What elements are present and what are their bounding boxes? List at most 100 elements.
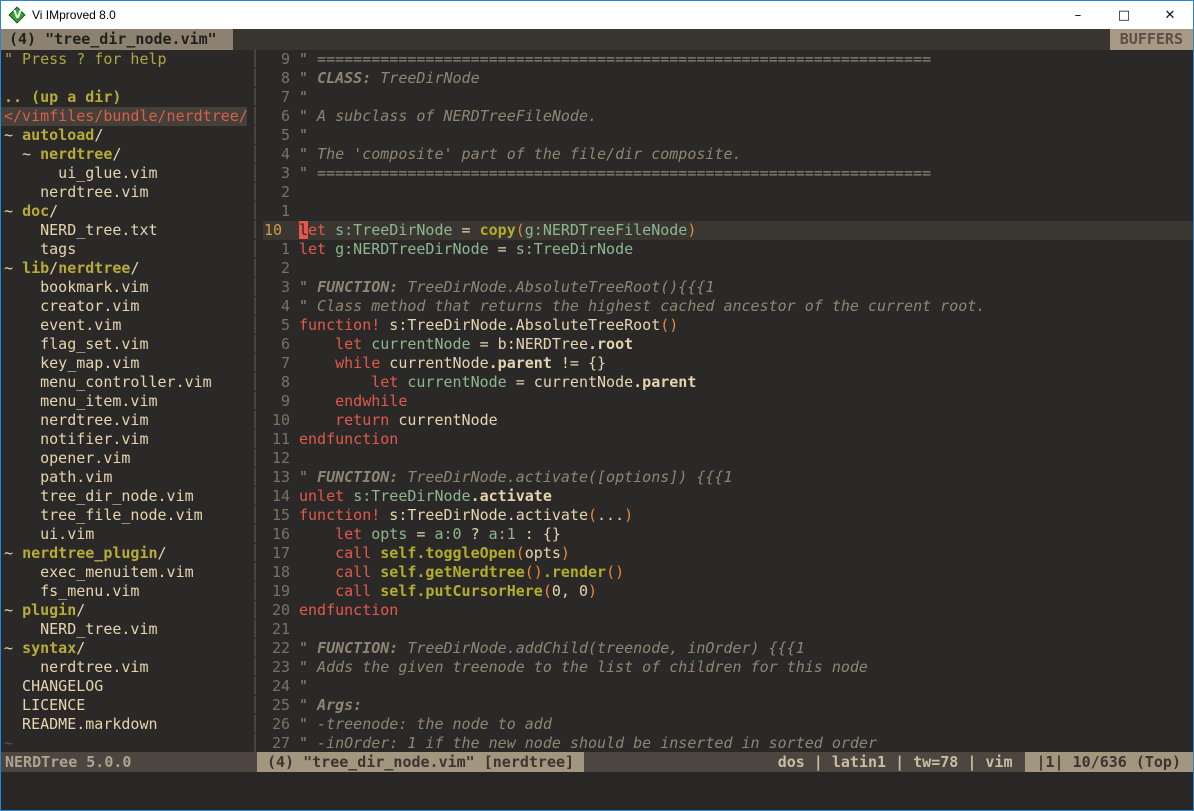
line-number: 17 — [263, 544, 299, 563]
code-line[interactable]: 6" A subclass of NERDTreeFileNode. — [263, 107, 1193, 126]
tree-item[interactable]: " Press ? for help — [4, 50, 247, 69]
tree-item[interactable]: notifier.vim — [4, 430, 247, 449]
line-number: 5 — [263, 126, 299, 145]
code-line[interactable]: 2 — [263, 259, 1193, 278]
code-line[interactable]: 12 — [263, 449, 1193, 468]
nerdtree-statusline: NERDTree 5.0.0 — [1, 752, 257, 772]
code-line[interactable]: 21 — [263, 620, 1193, 639]
tree-item[interactable]: nerdtree.vim — [4, 658, 247, 677]
code-line[interactable]: 6 let currentNode = b:NERDTree.root — [263, 335, 1193, 354]
tree-item[interactable]: creator.vim — [4, 297, 247, 316]
code-line[interactable]: 24" — [263, 677, 1193, 696]
vim-icon: V — [9, 7, 26, 24]
split-separator-glyph: │ — [247, 392, 263, 411]
tree-item[interactable]: bookmark.vim — [4, 278, 247, 297]
code-line[interactable]: 1 — [263, 202, 1193, 221]
tab-active[interactable]: (4) "tree_dir_node.vim" — [1, 29, 233, 50]
code-line[interactable]: 9 endwhile — [263, 392, 1193, 411]
tree-item[interactable]: ~ plugin/ — [4, 601, 247, 620]
tree-item[interactable]: fs_menu.vim — [4, 582, 247, 601]
tree-root-path[interactable]: </vimfiles/bundle/nerdtree/ — [1, 107, 247, 126]
line-number: 22 — [263, 639, 299, 658]
tree-item[interactable]: CHANGELOG — [4, 677, 247, 696]
tree-item[interactable]: LICENCE — [4, 696, 247, 715]
tree-item[interactable]: opener.vim — [4, 449, 247, 468]
code-line[interactable]: 4" Class method that returns the highest… — [263, 297, 1193, 316]
code-line[interactable]: 7" — [263, 88, 1193, 107]
tree-item[interactable]: flag_set.vim — [4, 335, 247, 354]
code-text: " Args: — [299, 696, 362, 715]
code-line[interactable]: 25" Args: — [263, 696, 1193, 715]
code-line[interactable]: 27" -inOrder: 1 if the new node should b… — [263, 734, 1193, 752]
code-line[interactable]: 22" FUNCTION: TreeDirNode.addChild(treen… — [263, 639, 1193, 658]
tree-item[interactable]: path.vim — [4, 468, 247, 487]
tree-item[interactable]: NERD_tree.vim — [4, 620, 247, 639]
tree-item[interactable]: ~ nerdtree_plugin/ — [4, 544, 247, 563]
tree-item[interactable] — [4, 69, 247, 88]
code-line[interactable]: 5function! s:TreeDirNode.AbsoluteTreeRoo… — [263, 316, 1193, 335]
status-format-info: dos | latin1 | tw=78 | vim — [778, 752, 1025, 772]
split-separator-glyph: │ — [247, 316, 263, 335]
tree-item[interactable]: ~ autoload/ — [4, 126, 247, 145]
maximize-button[interactable]: □ — [1101, 1, 1147, 29]
code-line[interactable]: 7 while currentNode.parent != {} — [263, 354, 1193, 373]
command-line[interactable] — [1, 772, 1193, 810]
code-line[interactable]: 8 let currentNode = currentNode.parent — [263, 373, 1193, 392]
tree-item[interactable]: ui_glue.vim — [4, 164, 247, 183]
tree-item[interactable]: event.vim — [4, 316, 247, 335]
code-line[interactable]: 5" — [263, 126, 1193, 145]
tree-item[interactable]: nerdtree.vim — [4, 411, 247, 430]
close-button[interactable]: ✕ — [1147, 1, 1193, 29]
line-number: 9 — [263, 392, 299, 411]
code-line[interactable]: 2 — [263, 183, 1193, 202]
tree-item[interactable]: tree_dir_node.vim — [4, 487, 247, 506]
tree-item[interactable]: exec_menuitem.vim — [4, 563, 247, 582]
tree-item[interactable]: ui.vim — [4, 525, 247, 544]
code-line[interactable]: 14unlet s:TreeDirNode.activate — [263, 487, 1193, 506]
code-line[interactable]: 13" FUNCTION: TreeDirNode.activate([opti… — [263, 468, 1193, 487]
minimize-button[interactable]: – — [1055, 1, 1101, 29]
tree-item[interactable]: .. (up a dir) — [4, 88, 247, 107]
code-line[interactable]: 3" =====================================… — [263, 164, 1193, 183]
tree-item[interactable]: tree_file_node.vim — [4, 506, 247, 525]
split-separator[interactable]: │││││││││││││││││││││││││││││││││││││ — [247, 50, 263, 752]
code-text: " — [299, 88, 308, 107]
code-line[interactable]: 8" CLASS: TreeDirNode — [263, 69, 1193, 88]
code-text: " FUNCTION: TreeDirNode.addChild(treenod… — [299, 639, 805, 658]
buffers-label[interactable]: BUFFERS — [1110, 29, 1193, 50]
code-line[interactable]: 15function! s:TreeDirNode.activate(...) — [263, 506, 1193, 525]
code-line[interactable]: 17 call self.toggleOpen(opts) — [263, 544, 1193, 563]
tree-item[interactable]: ~ — [4, 734, 247, 752]
code-line[interactable]: 19 call self.putCursorHere(0, 0) — [263, 582, 1193, 601]
tree-item[interactable]: menu_controller.vim — [4, 373, 247, 392]
code-line[interactable]: 18 call self.getNerdtree().render() — [263, 563, 1193, 582]
line-number: 16 — [263, 525, 299, 544]
code-line[interactable]: 23" Adds the given treenode to the list … — [263, 658, 1193, 677]
code-line[interactable]: 16 let opts = a:0 ? a:1 : {} — [263, 525, 1193, 544]
tree-item[interactable]: ~ doc/ — [4, 202, 247, 221]
code-line[interactable]: 1let g:NERDTreeDirNode = s:TreeDirNode — [263, 240, 1193, 259]
tree-item[interactable]: ~ lib/nerdtree/ — [4, 259, 247, 278]
tree-item[interactable]: menu_item.vim — [4, 392, 247, 411]
tree-item[interactable]: ~ syntax/ — [4, 639, 247, 658]
code-text: " — [299, 126, 308, 145]
tree-item[interactable]: nerdtree.vim — [4, 183, 247, 202]
code-line[interactable]: 20endfunction — [263, 601, 1193, 620]
tree-item[interactable]: README.markdown — [4, 715, 247, 734]
tree-item[interactable]: ~ nerdtree/ — [4, 145, 247, 164]
tree-item[interactable]: key_map.vim — [4, 354, 247, 373]
tree-item[interactable]: tags — [4, 240, 247, 259]
split-separator-glyph: │ — [247, 50, 263, 69]
code-line[interactable]: 26" -treenode: the node to add — [263, 715, 1193, 734]
split-separator-glyph: │ — [247, 677, 263, 696]
code-text: " -inOrder: 1 if the new node should be … — [299, 734, 877, 752]
code-line-current[interactable]: 10let s:TreeDirNode = copy(g:NERDTreeFil… — [263, 221, 1193, 240]
code-text: " CLASS: TreeDirNode — [299, 69, 480, 88]
tree-item[interactable]: NERD_tree.txt — [4, 221, 247, 240]
code-line[interactable]: 9" =====================================… — [263, 50, 1193, 69]
code-line[interactable]: 3" FUNCTION: TreeDirNode.AbsoluteTreeRoo… — [263, 278, 1193, 297]
code-line[interactable]: 10 return currentNode — [263, 411, 1193, 430]
code-line[interactable]: 4" The 'composite' part of the file/dir … — [263, 145, 1193, 164]
code-line[interactable]: 11endfunction — [263, 430, 1193, 449]
line-number: 3 — [263, 278, 299, 297]
